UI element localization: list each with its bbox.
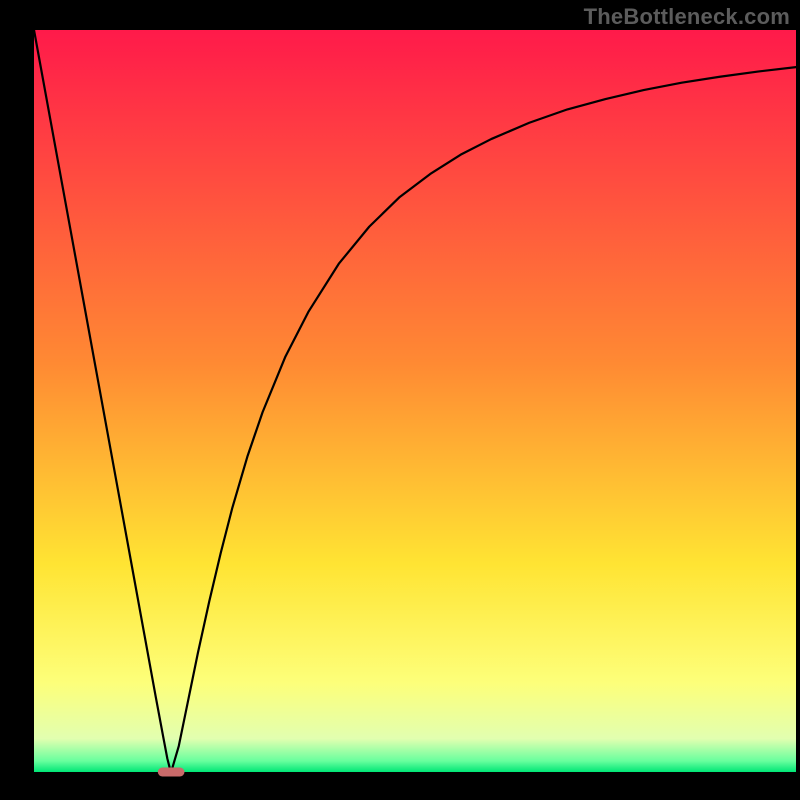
minimum-marker [158,768,185,777]
watermark-text: TheBottleneck.com [584,4,790,30]
chart-container: TheBottleneck.com [0,0,800,800]
bottleneck-chart [0,0,800,800]
